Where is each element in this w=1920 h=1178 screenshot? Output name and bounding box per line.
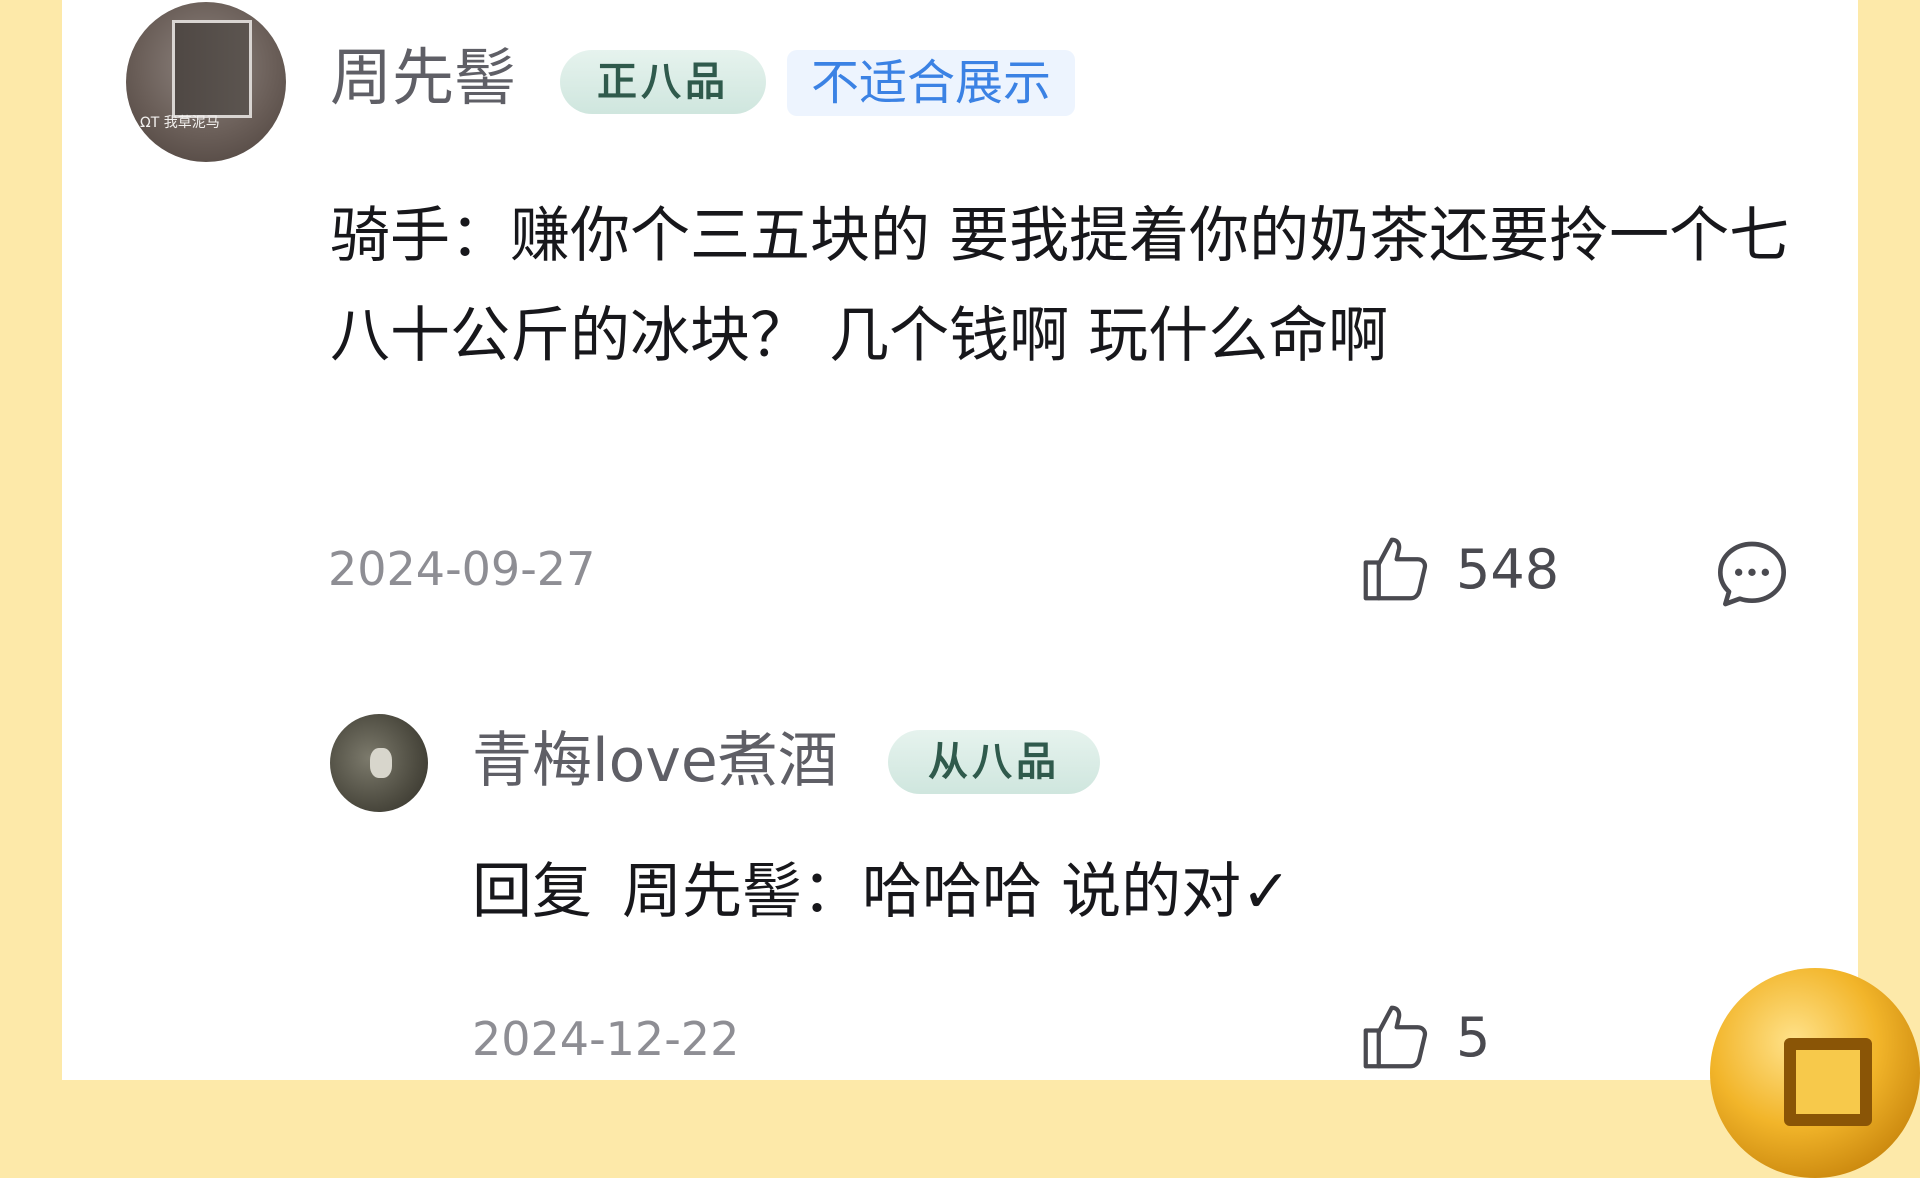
comment-rank-badge: 正八品: [560, 50, 766, 114]
comment-like-count: 548: [1456, 537, 1560, 601]
reply-prefix: 回复: [472, 857, 592, 927]
reply-like-button[interactable]: 5: [1356, 998, 1490, 1076]
thumbs-up-icon: [1363, 537, 1428, 601]
comment-flag-badge: 不适合展示: [787, 50, 1075, 116]
reply-text-line: 回复 周先髻：哈哈哈 说的对✓: [472, 850, 1291, 934]
thumbs-up-icon: [1363, 1005, 1428, 1069]
reply-date: 2024-12-22: [472, 1012, 740, 1066]
reply-text: 周先髻：哈哈哈 说的对✓: [622, 857, 1292, 927]
reply-rank-badge: 从八品: [888, 730, 1100, 794]
comment-date: 2024-09-27: [328, 542, 596, 596]
avatar-image-detail: [370, 748, 392, 778]
comment-author-avatar[interactable]: ΩΤ 我草泥马: [126, 2, 286, 162]
comment-like-button[interactable]: 548: [1356, 530, 1559, 608]
gold-coin-icon[interactable]: [1710, 968, 1920, 1178]
chat-bubble-icon[interactable]: [1712, 534, 1792, 614]
reply-like-count: 5: [1456, 1005, 1491, 1069]
comment-text: 骑手：赚你个三五块的 要我提着你的奶茶还要拎一个七八十公斤的冰块？ 几个钱啊 玩…: [330, 201, 1790, 371]
avatar-image-panel: [172, 20, 252, 118]
reply-author-avatar[interactable]: [330, 714, 428, 812]
comment-author-name[interactable]: 周先髻: [330, 38, 516, 118]
app-background: ΩΤ 我草泥马 周先髻 正八品 不适合展示 骑手：赚你个三五块的 要我提着你的奶…: [0, 0, 1920, 1178]
reply-author-name[interactable]: 青梅love煮酒: [472, 722, 838, 800]
avatar-caption: ΩΤ 我草泥马: [140, 115, 220, 131]
coin-square-hole: [1784, 1038, 1872, 1126]
